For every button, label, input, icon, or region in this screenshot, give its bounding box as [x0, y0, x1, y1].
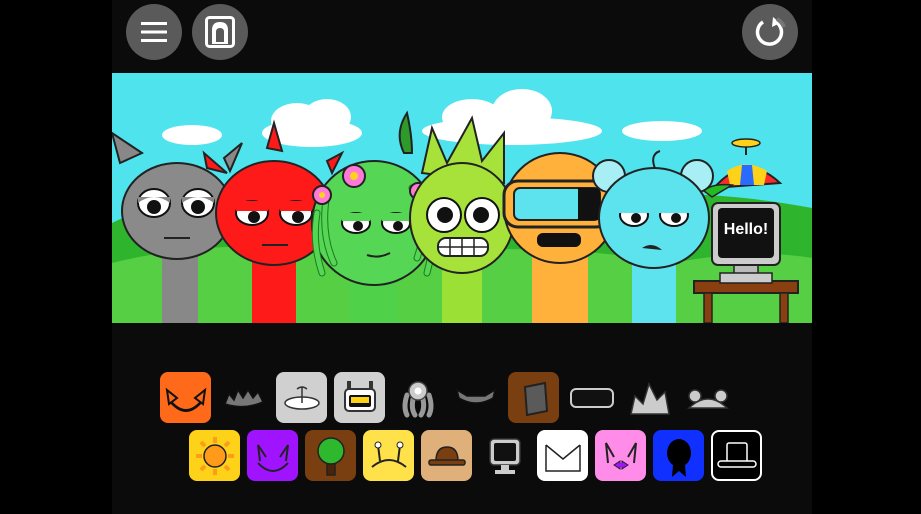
- palette-tile-robot-face[interactable]: [334, 372, 385, 423]
- palette-tile-tree[interactable]: [305, 430, 356, 481]
- horns-icon: [455, 387, 496, 404]
- palette-tile-spiky-hair[interactable]: [218, 372, 269, 423]
- sun-icon: [195, 436, 234, 475]
- portrait-button[interactable]: [192, 4, 248, 60]
- menu-button[interactable]: [126, 4, 182, 60]
- crown-spikes-icon: [629, 381, 670, 415]
- bow-ears-icon: [604, 442, 637, 470]
- character-stage: Hello!: [112, 73, 812, 323]
- bowler-hat-icon: [427, 445, 466, 466]
- mouse-ears-icon: [686, 388, 729, 409]
- palette-tile-computer-monitor[interactable]: [479, 430, 530, 481]
- palette-row-2: [189, 430, 762, 481]
- medal-icon: [666, 438, 691, 477]
- reset-button[interactable]: [742, 4, 798, 60]
- palette-tile-medal[interactable]: [653, 430, 704, 481]
- tree-icon: [316, 436, 345, 476]
- palette-tile-yellow-antenna[interactable]: [363, 430, 414, 481]
- palette-tile-mouse-ears[interactable]: [682, 372, 733, 423]
- palette-tile-sun[interactable]: [189, 430, 240, 481]
- palette-tile-horns[interactable]: [450, 372, 501, 423]
- palette-tile-top-hat[interactable]: [711, 430, 762, 481]
- palette-row-1: [160, 372, 733, 423]
- monitor-text: Hello!: [723, 221, 769, 238]
- palette-tile-envelope[interactable]: [537, 430, 588, 481]
- portrait-icon: [205, 16, 235, 48]
- palette-tile-visor[interactable]: [566, 372, 617, 423]
- antenna-dish-icon: [283, 385, 320, 410]
- visor-icon: [569, 387, 614, 408]
- palette-tile-orange-ears[interactable]: [160, 372, 211, 423]
- purple-horns-icon: [256, 443, 289, 472]
- bucket-icon: [523, 381, 548, 416]
- palette-tile-bucket[interactable]: [508, 372, 559, 423]
- envelope-icon: [544, 443, 581, 472]
- top-hat-icon: [716, 441, 757, 468]
- palette-tile-crown-spikes[interactable]: [624, 372, 675, 423]
- orange-ears-icon: [165, 387, 206, 412]
- palette-tile-antenna-dish[interactable]: [276, 372, 327, 423]
- robot-face-icon: [343, 380, 376, 412]
- hamburger-icon: [141, 22, 167, 42]
- palette-tile-purple-horns[interactable]: [247, 430, 298, 481]
- yellow-antenna-icon: [370, 441, 407, 468]
- spiky-hair-icon: [223, 387, 264, 407]
- palette-tile-flower-crown[interactable]: [392, 372, 443, 423]
- palette-tile-bow-ears[interactable]: [595, 430, 646, 481]
- computer-monitor-icon: [488, 437, 521, 474]
- reset-icon: [755, 17, 786, 46]
- palette-tile-bowler-hat[interactable]: [421, 430, 472, 481]
- flower-crown-icon: [402, 380, 433, 417]
